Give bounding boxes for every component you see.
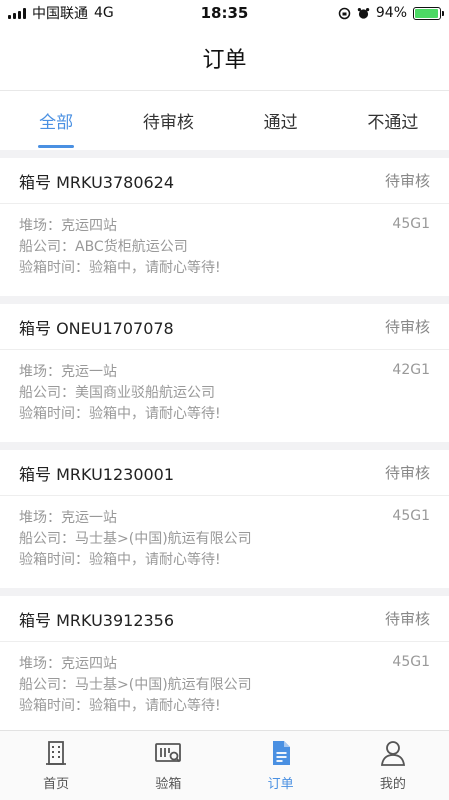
yard-text: 堆场：克运一站 — [19, 364, 117, 380]
container-type: 42G1 — [392, 362, 430, 378]
status-left: 中国联通 4G — [8, 3, 114, 23]
building-icon — [46, 741, 67, 765]
yard-text: 堆场：克运四站 — [19, 656, 117, 672]
order-card[interactable]: 箱号 ONEU1707078 待审核 堆场：克运一站 船公司：美国商业驳船航运公… — [0, 304, 449, 442]
signal-icon — [8, 7, 26, 19]
user-icon — [380, 741, 405, 766]
yard-text: 堆场：克运四站 — [19, 218, 117, 234]
box-number: 箱号 ONEU1707078 — [19, 318, 174, 338]
inspect-time-text: 验箱时间：验箱中，请耐心等待! — [19, 552, 221, 568]
alarm-icon — [357, 7, 370, 19]
container-type: 45G1 — [392, 216, 430, 232]
status-badge: 待审核 — [384, 318, 430, 336]
inspect-time-text: 验箱时间：验箱中，请耐心等待! — [19, 406, 221, 422]
container-type: 45G1 — [392, 654, 430, 670]
order-card[interactable]: 箱号 MRKU1230001 待审核 堆场：克运一站 船公司：马士基>(中国)航… — [0, 450, 449, 588]
order-card[interactable]: 箱号 MRKU3780624 待审核 堆场：克运四站 船公司：ABC货柜航运公司… — [0, 158, 449, 296]
status-badge: 待审核 — [384, 172, 430, 190]
rotation-lock-icon — [338, 7, 351, 19]
yard-text: 堆场：克运一站 — [19, 510, 117, 526]
box-number: 箱号 MRKU3912356 — [19, 610, 175, 630]
bottom-tab-bar: 首页 验箱 订单 我的 — [0, 730, 449, 800]
shipping-company-text: 船公司：马士基>(中国)航运有限公司 — [19, 677, 252, 693]
order-list[interactable]: 箱号 MRKU3780624 待审核 堆场：克运四站 船公司：ABC货柜航运公司… — [0, 158, 449, 730]
tab-all[interactable]: 全部 — [0, 91, 112, 150]
order-card[interactable]: 箱号 MRKU3912356 待审核 堆场：克运四站 船公司：马士基>(中国)航… — [0, 596, 449, 730]
order-card-header: 箱号 MRKU1230001 待审核 — [0, 450, 449, 496]
order-card-body: 堆场：克运四站 船公司：ABC货柜航运公司 验箱时间：验箱中，请耐心等待! 45… — [0, 204, 449, 279]
battery-icon — [413, 6, 444, 20]
order-card-header: 箱号 ONEU1707078 待审核 — [0, 304, 449, 350]
tab-approved[interactable]: 通过 — [225, 91, 337, 150]
tabbar-home[interactable]: 首页 — [0, 731, 112, 800]
shipping-company-text: 船公司：ABC货柜航运公司 — [19, 239, 188, 255]
container-type: 45G1 — [392, 508, 430, 524]
inspect-time-text: 验箱时间：验箱中，请耐心等待! — [19, 260, 221, 276]
shipping-company-text: 船公司：马士基>(中国)航运有限公司 — [19, 531, 252, 547]
shipping-company-text: 船公司：美国商业驳船航运公司 — [19, 385, 215, 401]
nav-bar: 订单 — [0, 26, 449, 90]
carrier-label: 中国联通 — [32, 6, 88, 22]
document-icon — [272, 741, 290, 765]
tabbar-inspect-label: 验箱 — [155, 777, 182, 792]
order-card-body: 堆场：克运一站 船公司：马士基>(中国)航运有限公司 验箱时间：验箱中，请耐心等… — [0, 496, 449, 571]
box-number: 箱号 MRKU3780624 — [19, 172, 175, 192]
filter-tabs: 全部 待审核 通过 不通过 — [0, 90, 449, 150]
order-card-header: 箱号 MRKU3780624 待审核 — [0, 158, 449, 204]
order-card-body: 堆场：克运四站 船公司：马士基>(中国)航运有限公司 验箱时间：验箱中，请耐心等… — [0, 642, 449, 717]
tabbar-mine[interactable]: 我的 — [337, 731, 449, 800]
inspect-time-text: 验箱时间：验箱中，请耐心等待! — [19, 698, 221, 714]
tab-rejected[interactable]: 不通过 — [337, 91, 449, 150]
order-card-body: 堆场：克运一站 船公司：美国商业驳船航运公司 验箱时间：验箱中，请耐心等待! 4… — [0, 350, 449, 425]
status-bar: 中国联通 4G 18:35 94% — [0, 0, 449, 26]
page-title: 订单 — [202, 48, 247, 73]
status-badge: 待审核 — [384, 610, 430, 628]
tabbar-orders-label: 订单 — [267, 777, 294, 792]
status-right: 94% — [338, 5, 444, 21]
tabbar-orders[interactable]: 订单 — [225, 731, 337, 800]
tabbar-home-label: 首页 — [43, 777, 70, 792]
order-card-header: 箱号 MRKU3912356 待审核 — [0, 596, 449, 642]
tabbar-inspect[interactable]: 验箱 — [112, 731, 224, 800]
container-search-icon — [155, 743, 182, 763]
tabbar-mine-label: 我的 — [379, 777, 406, 792]
network-label: 4G — [94, 5, 114, 21]
status-badge: 待审核 — [384, 464, 430, 482]
box-number: 箱号 MRKU1230001 — [19, 464, 175, 484]
battery-percent: 94% — [375, 5, 407, 21]
tab-pending[interactable]: 待审核 — [112, 91, 224, 150]
